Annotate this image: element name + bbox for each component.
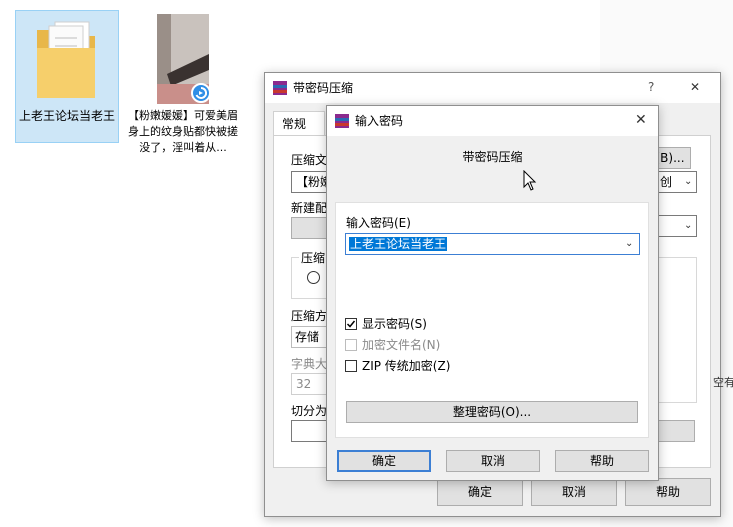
front-dialog-title: 输入密码: [355, 114, 404, 128]
video-player-badge-icon: [191, 83, 211, 103]
front-close-icon[interactable]: ✕: [635, 113, 647, 127]
split-volume-label: 切分为: [291, 404, 328, 418]
back-dialog-title: 带密码压缩: [293, 81, 354, 95]
new-config-label: 新建配: [291, 201, 328, 215]
help-icon[interactable]: ?: [648, 80, 654, 94]
encrypt-filenames-checkbox[interactable]: [345, 339, 357, 351]
winrar-icon: [273, 81, 287, 95]
back-help-button[interactable]: 帮助: [625, 478, 711, 506]
compress-radio[interactable]: [307, 271, 320, 284]
password-input[interactable]: 上老王论坛当老王 ⌄: [345, 233, 640, 255]
video-file-label[interactable]: 【粉嫩媛媛】可爱美眉身上的纹身贴都快被搓没了，淫叫着从...: [128, 108, 238, 156]
back-ok-button[interactable]: 确定: [437, 478, 523, 506]
cancel-button[interactable]: 取消: [446, 450, 540, 472]
back-titlebar: 带密码压缩 ? ✕: [265, 73, 720, 103]
zip-legacy-checkbox[interactable]: [345, 360, 357, 372]
back-extra-button[interactable]: [657, 420, 695, 442]
options-group-right: [657, 257, 697, 403]
method-select[interactable]: 存储: [291, 326, 331, 348]
dictionary-label: 字典大: [291, 357, 328, 371]
help-button[interactable]: 帮助: [555, 450, 649, 472]
update-mode-select[interactable]: 创 ⌄: [657, 171, 697, 193]
chevron-down-icon[interactable]: ⌄: [625, 238, 633, 249]
password-label: 输入密码(E): [346, 216, 411, 230]
show-password-checkbox[interactable]: [345, 318, 357, 330]
archive-name-label: 压缩文: [291, 153, 328, 167]
mouse-cursor-icon: [523, 169, 537, 195]
zip-legacy-label[interactable]: ZIP 传统加密(Z): [362, 359, 450, 373]
back-close-icon[interactable]: ✕: [690, 80, 700, 94]
tab-general-label: 常规: [282, 117, 307, 131]
archive-name-input[interactable]: 【粉嫩: [291, 171, 332, 193]
folder-label[interactable]: 上老王论坛当老王: [15, 108, 119, 124]
password-value: 上老王论坛当老王: [349, 237, 448, 251]
enter-password-dialog: 输入密码 ✕ 带密码压缩 输入密码(E) 上老王论坛当老王 ⌄ 显示密码(S) …: [326, 105, 659, 481]
dialog-heading: 带密码压缩: [462, 150, 523, 164]
back-cancel-button[interactable]: 取消: [531, 478, 617, 506]
tab-general[interactable]: 常规: [273, 111, 325, 136]
winrar-icon: [335, 114, 349, 128]
chevron-down-icon: ⌄: [684, 176, 693, 187]
chevron-down-icon: ⌄: [684, 220, 693, 231]
method-label: 压缩方: [291, 309, 328, 323]
front-titlebar: 输入密码 ✕: [327, 106, 658, 136]
compress-group-label: 压缩: [299, 251, 328, 265]
ok-button[interactable]: 确定: [337, 450, 431, 472]
split-volume-input[interactable]: [291, 420, 331, 442]
show-password-label[interactable]: 显示密码(S): [362, 317, 427, 331]
organize-passwords-button[interactable]: 整理密码(O)...: [346, 401, 638, 423]
partial-side-text: 空有: [713, 376, 733, 389]
dictionary-select[interactable]: 32: [291, 373, 331, 395]
new-config-button[interactable]: [291, 217, 331, 239]
encrypt-filenames-label[interactable]: 加密文件名(N): [362, 338, 440, 352]
folder-icon: [35, 18, 97, 100]
config-select[interactable]: ⌄: [657, 215, 697, 237]
